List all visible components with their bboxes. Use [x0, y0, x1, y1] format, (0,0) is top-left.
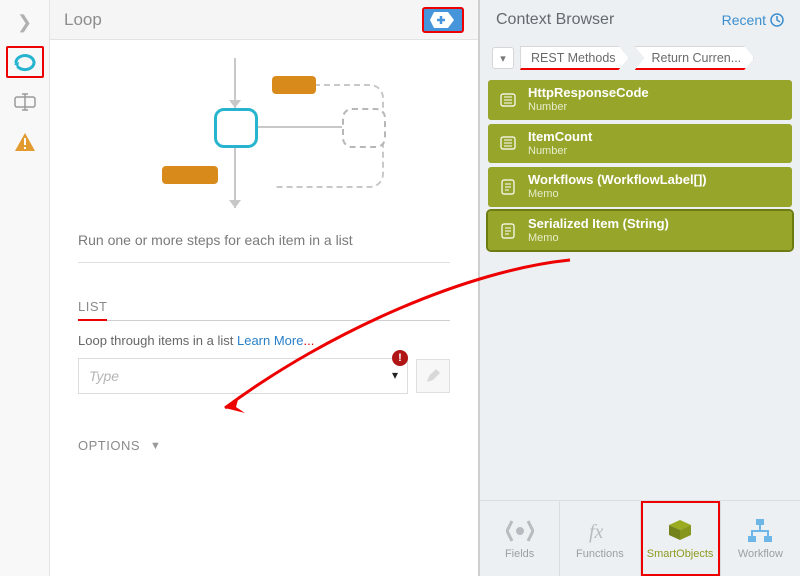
pencil-icon [425, 368, 441, 384]
fx-icon: fx [587, 518, 613, 544]
svg-text:fx: fx [589, 521, 604, 543]
context-tabs: Fields fx Functions SmartObjects [480, 500, 800, 576]
caret-down-icon: ▼ [150, 440, 161, 452]
insert-reference-button[interactable] [422, 7, 464, 33]
warnings-icon[interactable] [6, 126, 44, 158]
context-item-list: HttpResponseCodeNumber ItemCountNumber W… [480, 80, 800, 250]
context-item[interactable]: ItemCountNumber [488, 124, 792, 164]
list-section-label: LIST [78, 299, 450, 321]
collapse-toggle[interactable]: ❯ [6, 6, 44, 38]
context-item[interactable]: Serialized Item (String)Memo [488, 211, 792, 251]
list-number-icon [498, 133, 518, 153]
fields-icon [506, 518, 534, 544]
context-item[interactable]: HttpResponseCodeNumber [488, 80, 792, 120]
recent-link[interactable]: Recent [722, 12, 784, 28]
tab-smartobjects[interactable]: SmartObjects [641, 501, 720, 576]
rename-step-icon[interactable] [6, 86, 44, 118]
options-section-toggle[interactable]: OPTIONS ▼ [78, 438, 450, 453]
context-browser-panel: Context Browser Recent ▾ REST Methods Re… [480, 0, 800, 576]
breadcrumb-expand-toggle[interactable]: ▾ [492, 47, 514, 69]
breadcrumb: ▾ REST Methods Return Curren... [480, 40, 800, 80]
chevron-right-icon: ❯ [17, 12, 32, 33]
memo-icon [498, 221, 518, 241]
clock-icon [770, 13, 784, 27]
validation-error-badge: ! [392, 350, 408, 366]
list-hint: Loop through items in a list Learn More.… [78, 333, 450, 348]
loop-description: Run one or more steps for each item in a… [78, 232, 450, 263]
textbox-icon [14, 93, 36, 111]
loop-icon [12, 52, 38, 72]
cube-icon [666, 518, 694, 544]
tab-workflow[interactable]: Workflow [721, 501, 800, 576]
breadcrumb-item[interactable]: Return Curren... [635, 46, 755, 70]
tag-plus-icon [430, 11, 456, 29]
learn-more-link[interactable]: Learn More [237, 333, 303, 348]
list-number-icon [498, 90, 518, 110]
tab-functions[interactable]: fx Functions [560, 501, 639, 576]
edit-expression-button[interactable] [416, 359, 450, 393]
memo-icon [498, 177, 518, 197]
breadcrumb-item[interactable]: REST Methods [520, 46, 629, 70]
workflow-icon [746, 518, 774, 544]
left-icon-rail: ❯ [0, 0, 50, 576]
panel-title: Loop [64, 10, 102, 30]
list-source-input[interactable] [78, 358, 408, 394]
context-item[interactable]: Workflows (WorkflowLabel[])Memo [488, 167, 792, 207]
warning-triangle-icon [14, 132, 36, 152]
config-header: Loop [50, 0, 478, 40]
context-browser-title: Context Browser [496, 11, 614, 29]
loop-diagram [114, 58, 414, 218]
tab-fields[interactable]: Fields [480, 501, 559, 576]
loop-step-icon[interactable] [6, 46, 44, 78]
config-panel: Loop Run one [50, 0, 480, 576]
